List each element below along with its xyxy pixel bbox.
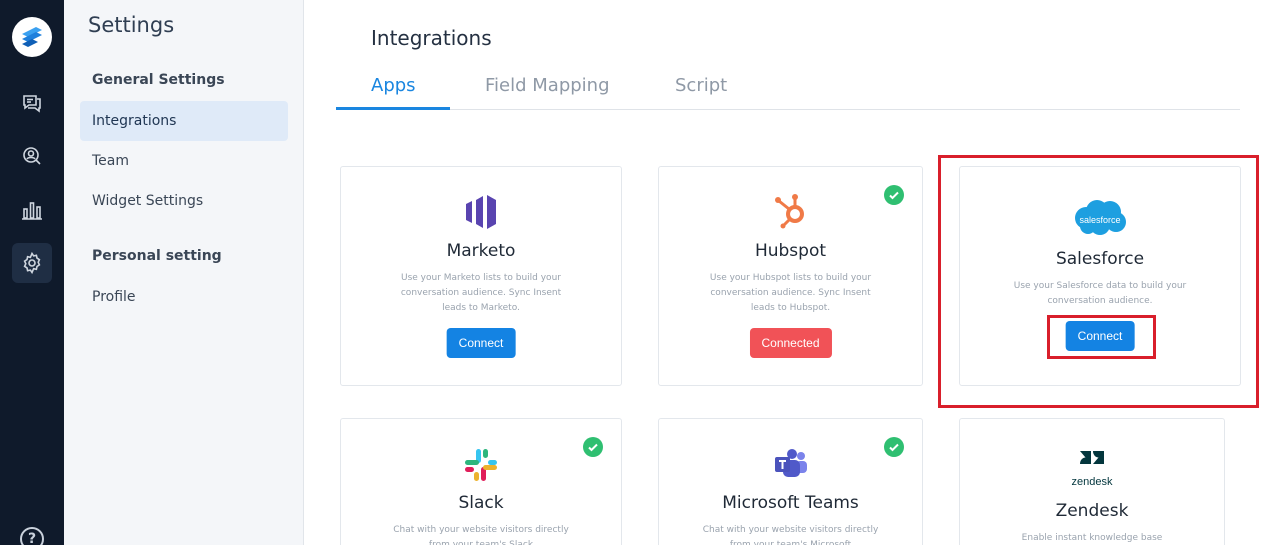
card-description: Use your Marketo lists to build your con… — [400, 273, 562, 313]
slack-icon — [341, 447, 621, 483]
integration-card-slack: Slack Chat with your website visitors di… — [340, 418, 622, 545]
microsoft-teams-icon — [659, 449, 922, 479]
integration-card-microsoft-teams: Microsoft Teams Chat with your website v… — [658, 418, 923, 545]
group-general-settings: General Settings — [92, 72, 225, 88]
integration-card-marketo: Marketo Use your Marketo lists to build … — [340, 166, 622, 386]
sidebar-item-team[interactable]: Team — [80, 141, 288, 181]
integration-card-zendesk: zendesk Zendesk Enable instant knowledge… — [959, 418, 1225, 545]
integration-card-hubspot: Hubspot Use your Hubspot lists to build … — [658, 166, 923, 386]
card-description: Chat with your website visitors directly… — [393, 525, 569, 545]
card-description: Enable instant knowledge base — [1021, 533, 1163, 543]
chat-icon[interactable] — [12, 83, 52, 123]
connect-marketo-button[interactable]: Connect — [446, 328, 516, 358]
zendesk-icon: zendesk — [960, 449, 1224, 491]
tab-field-mapping[interactable]: Field Mapping — [485, 75, 610, 96]
card-title: Slack — [458, 493, 504, 513]
main-content: Integrations Apps Field Mapping Script M… — [304, 0, 1279, 545]
card-title: Zendesk — [1055, 501, 1129, 521]
zendesk-logo-text: zendesk — [1072, 476, 1113, 488]
card-description: Chat with your website visitors directly… — [702, 525, 879, 545]
connected-hubspot-button[interactable]: Connected — [749, 328, 832, 358]
card-title: Hubspot — [754, 241, 827, 261]
page-title: Integrations — [371, 26, 492, 50]
card-title: Microsoft Teams — [722, 493, 859, 513]
logo-icon[interactable] — [12, 17, 52, 57]
hubspot-icon — [659, 192, 922, 230]
sidebar-item-profile[interactable]: Profile — [80, 277, 288, 317]
marketo-icon — [341, 194, 621, 230]
support-chat-icon[interactable] — [12, 136, 52, 176]
card-description: Use your Hubspot lists to build your con… — [709, 273, 872, 313]
gear-icon[interactable] — [12, 243, 52, 283]
help-icon[interactable]: ? — [20, 527, 44, 545]
tab-bar: Apps Field Mapping Script — [336, 64, 1240, 110]
settings-sidebar: Settings General Settings Integrations T… — [64, 0, 304, 545]
sidebar-item-integrations[interactable]: Integrations — [80, 101, 288, 141]
salesforce-card-highlight — [938, 155, 1259, 408]
tab-apps[interactable]: Apps — [371, 75, 416, 96]
sidebar-item-widget-settings[interactable]: Widget Settings — [80, 181, 288, 221]
salesforce-connect-highlight — [1047, 315, 1156, 359]
sidebar-title: Settings — [88, 13, 175, 37]
analytics-icon[interactable] — [12, 190, 52, 230]
icon-rail: ? — [0, 0, 64, 545]
active-tab-indicator — [336, 107, 450, 110]
card-title: Marketo — [446, 241, 516, 261]
tab-script[interactable]: Script — [675, 75, 727, 96]
group-personal-setting: Personal setting — [92, 248, 222, 264]
